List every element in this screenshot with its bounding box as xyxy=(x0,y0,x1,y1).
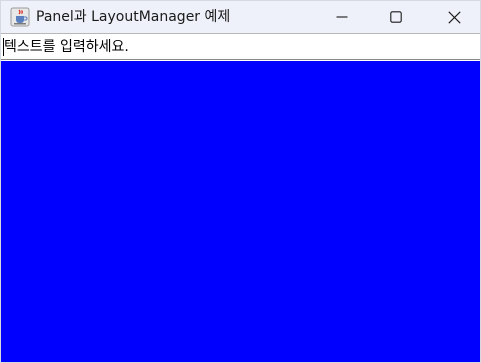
app-window: Panel과 LayoutManager 예제 텍스트를 입력하세요. xyxy=(0,0,481,363)
minimize-button[interactable] xyxy=(319,1,365,33)
close-icon xyxy=(447,10,461,24)
close-button[interactable] xyxy=(431,1,477,33)
java-cup-icon xyxy=(10,7,30,27)
maximize-button[interactable] xyxy=(373,1,419,33)
text-caret xyxy=(3,38,4,56)
blue-panel xyxy=(1,61,480,362)
window-title: Panel과 LayoutManager 예제 xyxy=(36,9,231,25)
minimize-icon xyxy=(336,16,348,18)
title-bar[interactable]: Panel과 LayoutManager 예제 xyxy=(1,1,480,33)
text-input-value: 텍스트를 입력하세요. xyxy=(4,38,129,55)
maximize-icon xyxy=(390,11,402,23)
text-input-field[interactable]: 텍스트를 입력하세요. xyxy=(1,33,480,60)
